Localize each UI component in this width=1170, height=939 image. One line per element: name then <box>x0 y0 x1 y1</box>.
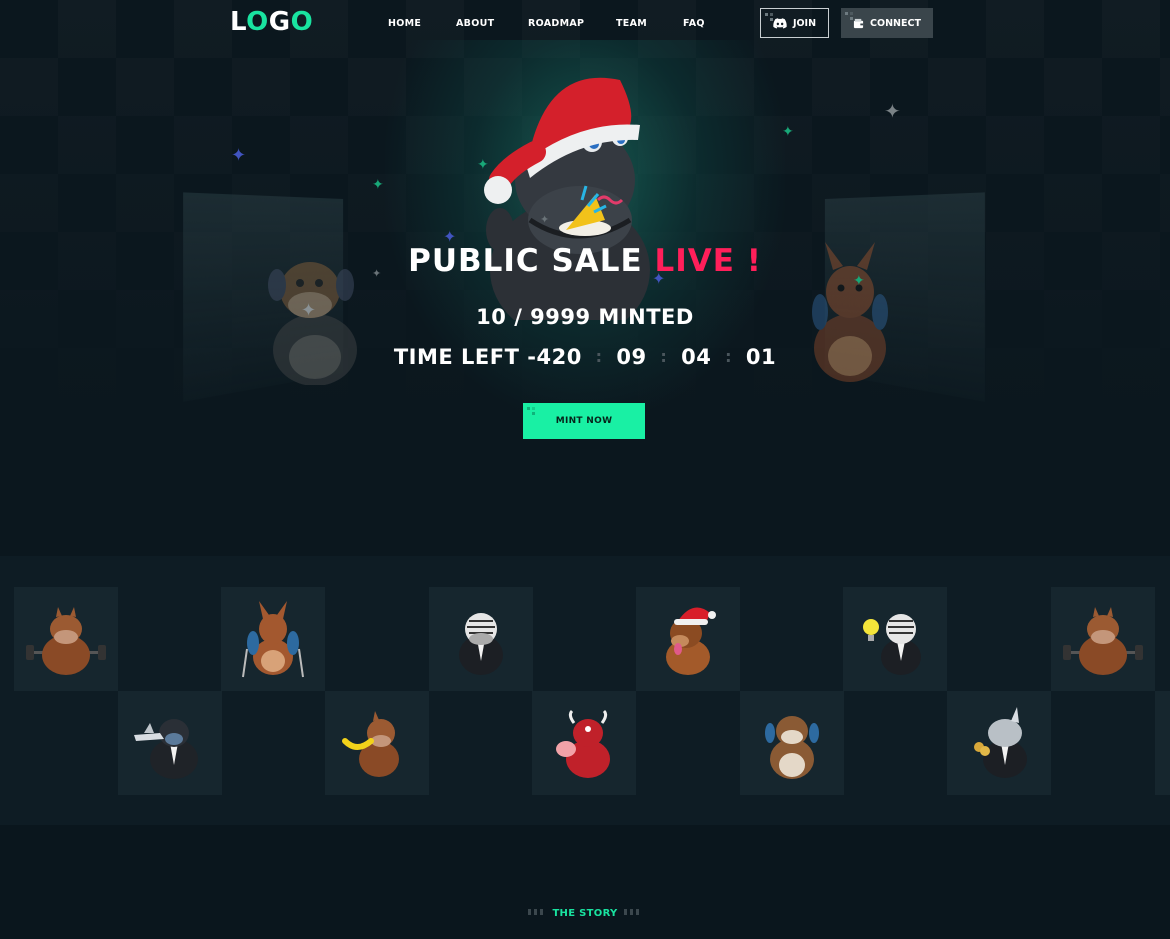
minted-counter: 10 / 9999 MINTED <box>476 305 694 329</box>
nft-tile-gorilla-plane[interactable] <box>118 691 222 795</box>
rhino-character-image <box>974 707 1027 778</box>
sparkle-icon: ✦ <box>231 145 247 166</box>
sparkle-icon: ✦ <box>540 213 550 226</box>
dots-decoration <box>528 909 547 915</box>
horse-character-image <box>26 607 106 675</box>
bulldog-character-image <box>765 716 819 779</box>
headline-exclamation: ! <box>746 243 762 279</box>
pixel-corner-icon <box>765 13 773 21</box>
horse-character-image <box>1063 607 1143 675</box>
nav-link-home[interactable]: HOME <box>388 18 421 29</box>
nft-tile-zebra-lightbulb[interactable] <box>843 587 947 691</box>
dog-santa-character-image <box>666 607 716 675</box>
headline-live-text: LIVE <box>654 243 735 279</box>
kangaroo-character-image <box>242 601 304 678</box>
nft-tile-rhino-coins[interactable] <box>947 691 1051 795</box>
sparkle-icon: ✦ <box>477 157 489 173</box>
nav-link-team[interactable]: TEAM <box>616 18 647 29</box>
hippo-santa-mascot-image <box>484 77 650 320</box>
countdown-hours: 09 <box>616 345 647 369</box>
site-logo[interactable]: LOGO <box>230 7 313 37</box>
section-label-story: THE STORY <box>0 908 1170 919</box>
countdown-minutes: 04 <box>681 345 712 369</box>
hero-headline: PUBLIC SALE LIVE ! <box>0 243 1170 279</box>
pixel-corner-icon <box>845 12 853 20</box>
nav-link-about[interactable]: ABOUT <box>456 18 494 29</box>
dots-decoration <box>623 909 642 915</box>
sparkle-icon: ✦ <box>884 99 901 123</box>
bull-character-image <box>556 709 610 778</box>
story-label-text: THE STORY <box>552 908 618 919</box>
nft-tile-partial[interactable] <box>1155 691 1170 795</box>
zebra-character-image <box>459 613 503 675</box>
countdown-seconds: 01 <box>745 345 777 369</box>
nft-tile-horse-weights[interactable] <box>14 587 118 691</box>
wallet-icon <box>853 18 864 28</box>
nav-link-roadmap[interactable]: ROADMAP <box>528 18 584 29</box>
pixel-corner-icon <box>527 407 535 415</box>
gorilla-character-image <box>134 719 198 779</box>
headline-text: PUBLIC SALE <box>408 243 643 279</box>
top-navigation: LOGO HOME ABOUT ROADMAP TEAM FAQ JOIN CO… <box>0 0 1170 48</box>
connect-label: CONNECT <box>870 17 921 29</box>
horse-banana-character-image <box>342 711 399 777</box>
sparkle-icon: ✦ <box>372 177 384 193</box>
nft-gallery-strip <box>0 556 1170 825</box>
nft-tile-kangaroo-hiker[interactable] <box>221 587 325 691</box>
mint-now-button[interactable]: MINT NOW <box>523 403 645 439</box>
nft-tile-zebra-suit[interactable] <box>429 587 533 691</box>
nft-tile-horse-weights-2[interactable] <box>1051 587 1155 691</box>
time-left-label: TIME LEFT <box>393 345 520 369</box>
nav-link-faq[interactable]: FAQ <box>683 18 705 29</box>
countdown-separator: : <box>725 347 733 366</box>
discord-icon <box>773 17 787 29</box>
nft-tile-bulldog-backpack[interactable] <box>740 691 844 795</box>
connect-wallet-button[interactable]: CONNECT <box>841 8 933 38</box>
countdown-separator: : <box>660 347 668 366</box>
nft-tile-dog-santa[interactable] <box>636 587 740 691</box>
nft-tile-horse-banana[interactable] <box>325 691 429 795</box>
countdown-days: -420 <box>527 345 582 369</box>
hero-section: ✦ ✦ ✦ ✦ ✦ ✦ ✦ ✦ ✦ ✦ ✦ PUBLIC SALE LIVE !… <box>0 0 1170 556</box>
discord-join-button[interactable]: JOIN <box>760 8 829 38</box>
countdown-timer: TIME LEFT -420 : 09 : 04 : 01 <box>0 345 1170 369</box>
mint-now-label: MINT NOW <box>555 416 613 426</box>
nft-tile-bull-pig[interactable] <box>532 691 636 795</box>
zebra-lightbulb-character-image <box>863 614 921 675</box>
sparkle-icon: ✦ <box>782 124 794 140</box>
countdown-separator: : <box>595 347 603 366</box>
join-label: JOIN <box>792 17 817 29</box>
